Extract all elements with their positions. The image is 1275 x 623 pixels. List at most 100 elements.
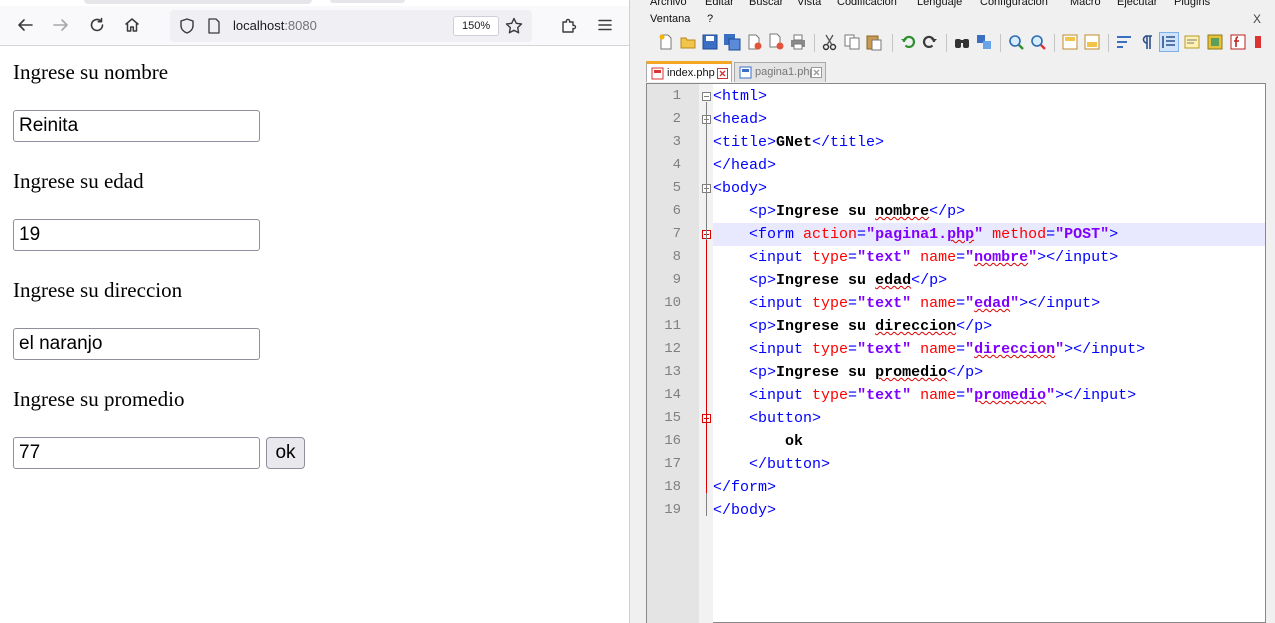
replace-button[interactable] (974, 32, 994, 52)
code-line[interactable]: <head> (713, 108, 1265, 131)
nombre-input[interactable] (13, 110, 260, 142)
code-line[interactable]: <input type="text" name="edad"></input> (713, 292, 1265, 315)
nombre-label: Ingrese su nombre (13, 60, 169, 84)
indent-guide-button[interactable] (1159, 32, 1179, 52)
replace-icon (977, 35, 991, 49)
new-file-button[interactable] (656, 32, 676, 52)
tab-index-php[interactable]: index.php (646, 61, 732, 82)
forward-button[interactable] (46, 10, 76, 40)
document-tab-bar: index.php pagina1.php (640, 60, 1275, 82)
code-line[interactable]: <input type="text" name="promedio"></inp… (713, 384, 1265, 407)
print-button[interactable] (788, 32, 808, 52)
code-line[interactable]: <body> (713, 177, 1265, 200)
user-language-button[interactable] (1182, 32, 1202, 52)
menu-archivo[interactable]: Archivo (650, 0, 687, 8)
menu-vista[interactable]: Vista (797, 0, 821, 8)
word-wrap-button[interactable] (1114, 32, 1134, 52)
menu-help[interactable]: ? (707, 13, 713, 25)
paste-button[interactable] (864, 32, 884, 52)
code-line[interactable]: <p>Ingrese su edad</p> (713, 269, 1265, 292)
edad-input[interactable] (13, 219, 260, 251)
close-button[interactable] (744, 32, 764, 52)
web-page-content: Ingrese su nombre Ingrese su edad Ingres… (0, 47, 629, 623)
menu-lenguaje[interactable]: Lenguaje (917, 0, 962, 8)
menu-button[interactable] (590, 10, 620, 40)
direccion-label: Ingrese su direccion (13, 278, 183, 302)
code-editor[interactable]: 1 2 3 4 5 6 7 8 9 10 11 12 13 14 15 16 17 18 19 <html> <hea… (646, 83, 1266, 623)
window-splitter[interactable] (630, 0, 640, 623)
doc-map-icon (1207, 34, 1223, 50)
code-token: </p> (956, 318, 993, 335)
more-tools-button[interactable] (1250, 32, 1270, 52)
code-line[interactable]: <form action="pagina1.php" method="POST"… (713, 223, 1265, 246)
menu-macro[interactable]: Macro (1070, 0, 1101, 8)
code-line[interactable]: <title>GNet</title> (713, 131, 1265, 154)
menu-ejecutar[interactable]: Ejecutar (1117, 0, 1157, 8)
copy-button[interactable] (842, 32, 862, 52)
zoom-level-badge[interactable]: 150% (453, 16, 500, 36)
open-file-button[interactable] (678, 32, 698, 52)
find-button[interactable] (952, 32, 972, 52)
code-token: action (803, 226, 858, 243)
menu-plugins[interactable]: Plugins (1174, 0, 1210, 8)
fold-toggle-icon[interactable] (702, 92, 711, 101)
zoom-in-icon (1009, 35, 1024, 50)
back-button[interactable] (10, 10, 40, 40)
menu-editar[interactable]: Editar (705, 0, 734, 8)
code-line[interactable]: <p>Ingrese su promedio</p> (713, 361, 1265, 384)
code-line[interactable]: <p>Ingrese su nombre</p> (713, 200, 1265, 223)
url-text[interactable]: localhost:8080 (233, 18, 317, 33)
menu-codificacion[interactable]: Codificación (837, 0, 897, 8)
code-line[interactable]: </body> (713, 499, 1265, 522)
close-tab-icon[interactable] (811, 67, 822, 78)
zoom-out-button[interactable] (1028, 32, 1048, 52)
function-list-button[interactable] (1228, 32, 1248, 52)
code-line[interactable]: <p>Ingrese su direccion</p> (713, 315, 1265, 338)
sync-vertical-button[interactable] (1060, 32, 1080, 52)
code-line[interactable]: <input type="text" name="direccion"></in… (713, 338, 1265, 361)
direccion-input[interactable] (13, 328, 260, 360)
code-line[interactable]: ok (713, 430, 1265, 453)
close-tab-icon[interactable] (717, 68, 728, 79)
code-line[interactable]: </form> (713, 476, 1265, 499)
tab-pagina1-php[interactable]: pagina1.php (734, 62, 826, 82)
code-token: <button> (749, 410, 822, 427)
redo-button[interactable] (920, 32, 940, 52)
doc-map-button[interactable] (1205, 32, 1225, 52)
browser-tab[interactable] (330, 0, 405, 3)
code-token: <form (749, 226, 804, 243)
reload-button[interactable] (82, 10, 112, 40)
close-document-button[interactable]: X (1253, 12, 1261, 26)
url-bar[interactable]: localhost:8080 150% (170, 10, 532, 42)
cut-button[interactable] (820, 32, 840, 52)
extensions-button[interactable] (554, 10, 584, 40)
menu-ventana[interactable]: Ventana (650, 13, 690, 25)
code-token: </body> (713, 502, 777, 519)
bookmark-star-icon[interactable] (504, 16, 524, 36)
zoom-in-button[interactable] (1006, 32, 1026, 52)
code-line[interactable]: <input type="text" name="nombre"></input… (713, 246, 1265, 269)
code-line[interactable]: <html> (713, 85, 1265, 108)
sync-horizontal-button[interactable] (1082, 32, 1102, 52)
code-line[interactable]: </head> (713, 154, 1265, 177)
shield-icon[interactable] (178, 17, 196, 35)
ok-button[interactable]: ok (266, 437, 305, 469)
code-area[interactable]: <html> <head> <title>GNet</title> </head> <b… (713, 84, 1265, 623)
undo-button[interactable] (898, 32, 918, 52)
promedio-input[interactable] (13, 437, 260, 469)
code-line[interactable]: <button> (713, 407, 1265, 430)
save-all-button[interactable] (722, 32, 742, 52)
close-all-button[interactable] (766, 32, 786, 52)
page-icon[interactable] (207, 18, 221, 34)
browser-tab[interactable] (84, 0, 312, 4)
fold-margin[interactable] (699, 84, 713, 623)
save-button[interactable] (700, 32, 720, 52)
menu-buscar[interactable]: Buscar (749, 0, 783, 8)
home-button[interactable] (117, 10, 147, 40)
menu-configuracion[interactable]: Configuración (980, 0, 1048, 8)
line-number: 11 (664, 318, 681, 334)
show-all-chars-button[interactable] (1136, 32, 1156, 52)
code-line[interactable]: </button> (713, 453, 1265, 476)
